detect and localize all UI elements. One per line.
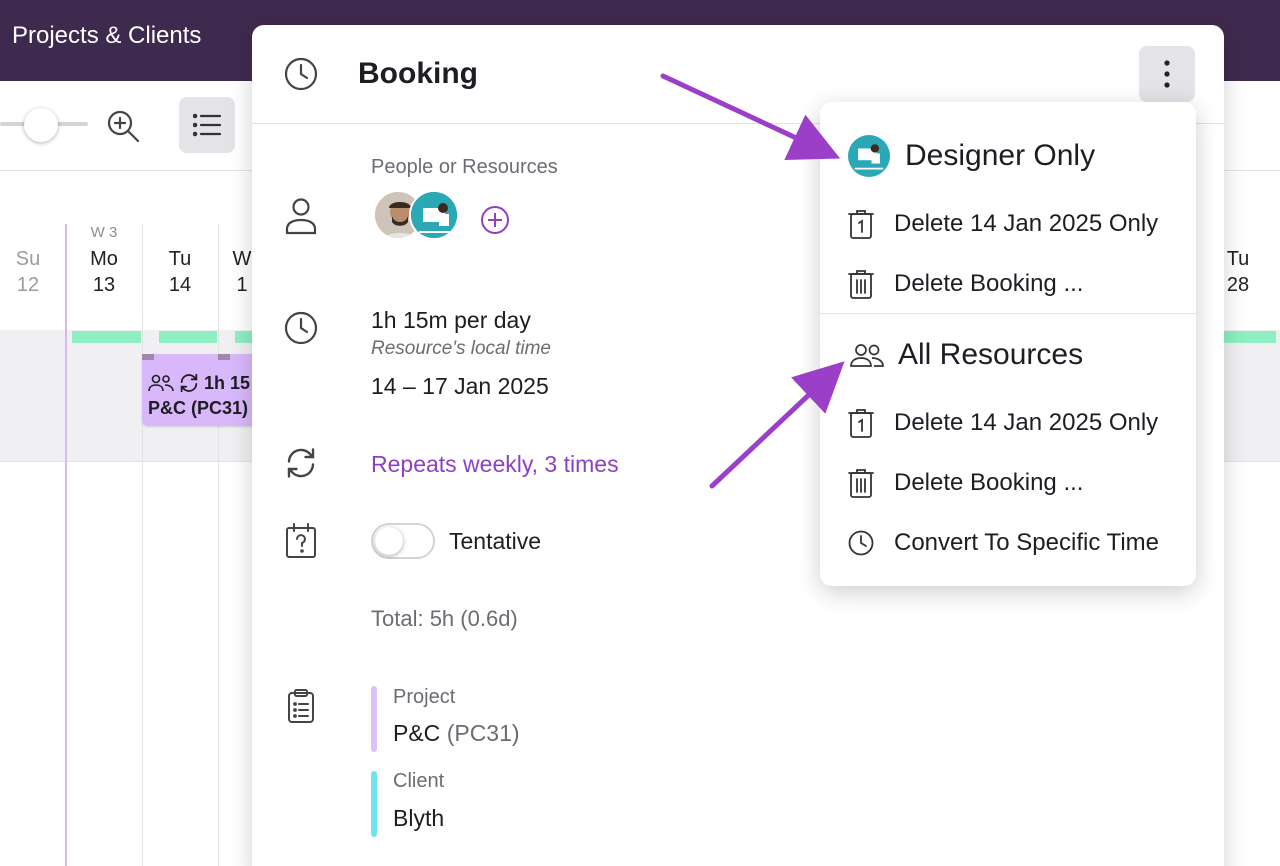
menu-item-delete-booking-all[interactable]: Delete Booking ... [848,463,1083,503]
zoom-slider-handle[interactable] [24,108,58,142]
day-header[interactable]: Su 12 [0,246,66,298]
zoom-in-icon [107,110,140,143]
availability-bar [1224,331,1276,343]
app-title: Projects & Clients [12,22,202,49]
chip-hours: 1h 15 [204,372,251,393]
booking-chip[interactable]: 1h 15 P&C (PC31) [142,354,266,426]
more-options-button[interactable] [1139,46,1195,102]
menu-item-delete-booking-designer[interactable]: Delete Booking ... [848,264,1083,304]
trash-single-day-icon [848,210,874,239]
menu-item-delete-day-designer[interactable]: Delete 14 Jan 2025 Only [848,204,1158,244]
panel-title: Booking [358,57,478,90]
project-name: P&C [393,720,441,746]
group-icon [850,344,884,367]
chip-resize-handle[interactable] [218,354,230,360]
menu-item-delete-day-all[interactable]: Delete 14 Jan 2025 Only [848,403,1158,443]
clock-icon [848,530,874,556]
menu-item-convert-specific-time[interactable]: Convert To Specific Time [848,523,1159,563]
column-divider [142,224,143,866]
client-color-bar [371,771,377,837]
availability-bar [159,331,217,343]
repeat-icon [282,444,320,482]
day-header[interactable]: Tu 14 [142,246,218,298]
client-label: Client [393,770,445,792]
clock-icon [282,309,320,347]
availability-bar [72,331,141,343]
day-header[interactable]: Mo 13 [66,246,142,298]
column-divider [218,224,219,866]
today-marker [65,224,67,866]
local-time-note: Resource's local time [371,338,551,359]
week-label: W 3 [90,224,118,241]
zoom-in-button[interactable] [103,106,143,146]
repeat-icon [180,373,198,393]
project-label: Project [393,686,456,708]
designer-avatar-icon [848,135,890,177]
tentative-toggle[interactable] [371,523,435,559]
repeats-link[interactable]: Repeats weekly, 3 times [371,451,619,478]
list-view-button[interactable] [179,97,235,153]
availability-bar [235,331,252,343]
trash-icon [848,270,874,299]
people-label: People or Resources [371,156,558,178]
calendar-question-icon [282,522,320,560]
menu-heading-all: All Resources [850,330,1083,380]
date-range[interactable]: 14 – 17 Jan 2025 [371,373,549,400]
add-resource-button[interactable] [480,205,510,235]
tentative-label: Tentative [449,528,542,554]
chip-resize-handle[interactable] [142,354,154,360]
person-icon [282,197,320,235]
clock-icon [282,55,320,93]
kebab-icon [1164,60,1170,88]
project-value[interactable]: P&C (PC31) [393,720,520,747]
trash-single-day-icon [848,409,874,438]
menu-heading-designer: Designer Only [848,131,1095,181]
hours-per-day[interactable]: 1h 15m per day [371,307,531,334]
trash-icon [848,469,874,498]
clipboard-list-icon [282,687,320,725]
toggle-knob [375,527,403,555]
options-menu: Designer Only Delete 14 Jan 2025 Only De… [820,102,1196,586]
avatar-designer[interactable] [409,190,459,240]
total-text: Total: 5h (0.6d) [371,606,518,631]
list-icon [193,113,221,137]
group-icon [148,374,174,392]
client-value[interactable]: Blyth [393,805,444,832]
project-code: (PC31) [446,720,520,746]
chip-project: P&C (PC31) [148,398,249,418]
menu-divider [820,313,1196,314]
project-color-bar [371,686,377,752]
